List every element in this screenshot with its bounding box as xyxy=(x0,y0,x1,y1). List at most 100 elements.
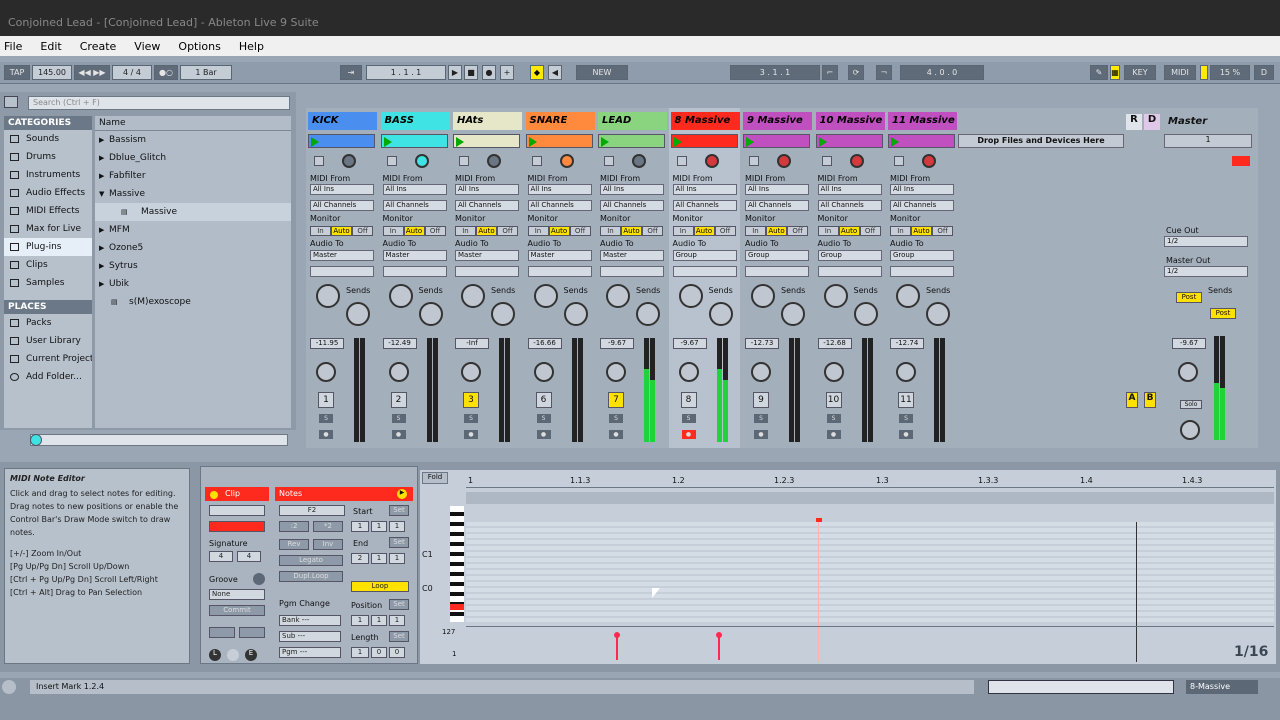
signature-numerator[interactable]: 4 xyxy=(209,551,233,562)
track-activator-button[interactable]: 1 xyxy=(318,392,334,408)
monitor-auto[interactable]: Auto xyxy=(548,226,570,236)
arm-icon[interactable] xyxy=(342,154,356,168)
length-beat[interactable]: 0 xyxy=(371,647,387,658)
position-bar[interactable]: 1 xyxy=(351,615,369,626)
midi-from-select[interactable]: All Ins xyxy=(527,184,592,195)
cue-out-select[interactable]: 1/2 xyxy=(1164,236,1248,247)
collapse-icon[interactable]: ▼ xyxy=(99,185,104,203)
velocity-marker-head[interactable] xyxy=(716,632,722,638)
send-b-knob[interactable] xyxy=(853,302,878,326)
audio-to-channel-select[interactable] xyxy=(600,266,664,277)
master-out-select[interactable]: 1/2 xyxy=(1164,266,1248,277)
midi-from-select[interactable]: All Ins xyxy=(890,184,954,195)
automation-arm-icon[interactable]: ◆ xyxy=(530,65,544,80)
monitor-auto[interactable]: Auto xyxy=(476,226,497,236)
category-midi-effects[interactable]: MIDI Effects xyxy=(4,202,92,220)
midi-channel-select[interactable]: All Channels xyxy=(817,200,882,211)
menu-edit[interactable]: Edit xyxy=(38,40,63,56)
envelopes-icon[interactable]: E xyxy=(245,649,257,661)
track-activator-button[interactable]: 2 xyxy=(390,392,407,408)
monitor-switch[interactable]: In Auto Off xyxy=(310,226,374,236)
master-volume[interactable]: -9.67 xyxy=(1172,338,1206,349)
midi-channel-select[interactable]: All Channels xyxy=(382,200,447,211)
track-title[interactable]: KICK xyxy=(308,112,377,130)
track-volume[interactable]: -12.68 xyxy=(817,338,852,349)
send-a-knob[interactable] xyxy=(823,284,848,308)
audio-to-select[interactable]: Group xyxy=(672,250,737,261)
expand-icon[interactable]: ▶ xyxy=(99,275,104,293)
browser-item[interactable]: ▶ Sytrus xyxy=(95,257,291,275)
send-a-knob[interactable] xyxy=(606,284,630,308)
send-b-knob[interactable] xyxy=(781,302,805,326)
return-track-r[interactable]: R xyxy=(1126,114,1142,130)
pan-knob[interactable] xyxy=(606,362,626,382)
pan-knob[interactable] xyxy=(533,362,554,382)
monitor-switch[interactable]: In Auto Off xyxy=(600,226,664,236)
envelope-icon[interactable] xyxy=(227,649,239,661)
track-activator-button[interactable]: 7 xyxy=(608,392,624,408)
solo-button[interactable]: S xyxy=(319,414,333,423)
midi-from-select[interactable]: All Ins xyxy=(672,184,737,195)
signature-field[interactable]: 4 / 4 xyxy=(112,65,152,80)
category-sounds[interactable]: Sounds xyxy=(4,130,92,148)
category-plug-ins[interactable]: Plug-ins xyxy=(4,238,92,256)
track-activator-button[interactable]: 3 xyxy=(463,392,479,408)
menu-help[interactable]: Help xyxy=(237,40,266,56)
start-beat[interactable]: 1 xyxy=(371,521,387,532)
send-b-knob[interactable] xyxy=(418,302,443,326)
browser-item[interactable]: ▶ MFM xyxy=(95,221,291,239)
reverse-button[interactable]: Rev xyxy=(279,539,309,550)
category-audio-effects[interactable]: Audio Effects xyxy=(4,184,92,202)
audio-to-select[interactable]: Master xyxy=(527,250,592,261)
audio-to-channel-select[interactable] xyxy=(672,266,737,277)
quantize-menu[interactable]: 1 Bar xyxy=(180,65,232,80)
arm-button[interactable]: ● xyxy=(899,430,913,439)
monitor-off[interactable]: Off xyxy=(352,226,373,236)
clip-play-icon[interactable] xyxy=(528,137,537,147)
length-bar[interactable]: 1 xyxy=(351,647,369,658)
start-bar[interactable]: 1 xyxy=(351,521,369,532)
activator-icon[interactable] xyxy=(386,156,397,166)
arm-icon[interactable] xyxy=(922,154,936,168)
launch-icon[interactable]: L xyxy=(209,649,221,661)
clip-slot[interactable] xyxy=(743,134,810,148)
midi-channel-select[interactable]: All Channels xyxy=(672,200,737,211)
metronome-button[interactable]: ●○ xyxy=(154,65,178,80)
search-input[interactable]: Search (Ctrl + F) xyxy=(28,96,290,110)
monitor-switch[interactable]: In Auto Off xyxy=(890,226,954,236)
monitor-auto[interactable]: Auto xyxy=(693,226,715,236)
track-title[interactable]: SNARE xyxy=(525,112,595,130)
arm-icon[interactable] xyxy=(487,154,501,168)
send-b-knob[interactable] xyxy=(346,302,370,326)
play-icon[interactable]: ▶ xyxy=(448,65,462,80)
activator-icon[interactable] xyxy=(604,156,614,166)
preview-bar[interactable] xyxy=(30,434,288,446)
send-a-knob[interactable] xyxy=(388,284,413,308)
track-activator-button[interactable]: 6 xyxy=(535,392,552,408)
beat-ruler[interactable]: 1 1.1.3 1.2 1.2.3 1.3 1.3.3 1.4 1.4.3 xyxy=(466,474,1274,488)
end-set-button[interactable]: Set xyxy=(389,537,409,548)
monitor-off[interactable]: Off xyxy=(569,226,591,236)
monitor-auto[interactable]: Auto xyxy=(403,226,425,236)
monitor-off[interactable]: Off xyxy=(642,226,663,236)
monitor-in[interactable]: In xyxy=(382,226,404,236)
audio-to-select[interactable]: Group xyxy=(745,250,809,261)
track-volume[interactable]: -12.74 xyxy=(890,338,924,349)
category-max-for-live[interactable]: Max for Live xyxy=(4,220,92,238)
notes-box-header[interactable]: Notes xyxy=(275,487,413,501)
monitor-off[interactable]: Off xyxy=(424,226,446,236)
place-user-library[interactable]: User Library xyxy=(4,332,92,350)
clip-activator-icon[interactable] xyxy=(210,491,218,499)
monitor-auto[interactable]: Auto xyxy=(766,226,787,236)
menu-view[interactable]: View xyxy=(132,40,162,56)
track-title[interactable]: 8 Massive xyxy=(670,112,740,130)
midi-from-select[interactable]: All Ins xyxy=(382,184,447,195)
loop-start-field[interactable]: 3 . 1 . 1 xyxy=(730,65,820,80)
menu-options[interactable]: Options xyxy=(176,40,222,56)
clip-play-icon[interactable] xyxy=(311,137,319,147)
key-map-button[interactable]: KEY xyxy=(1124,65,1156,80)
track-title[interactable]: 11 Massive xyxy=(888,112,957,130)
audio-to-select[interactable]: Group xyxy=(817,250,882,261)
arm-icon[interactable] xyxy=(414,154,429,168)
audio-to-select[interactable]: Master xyxy=(600,250,664,261)
